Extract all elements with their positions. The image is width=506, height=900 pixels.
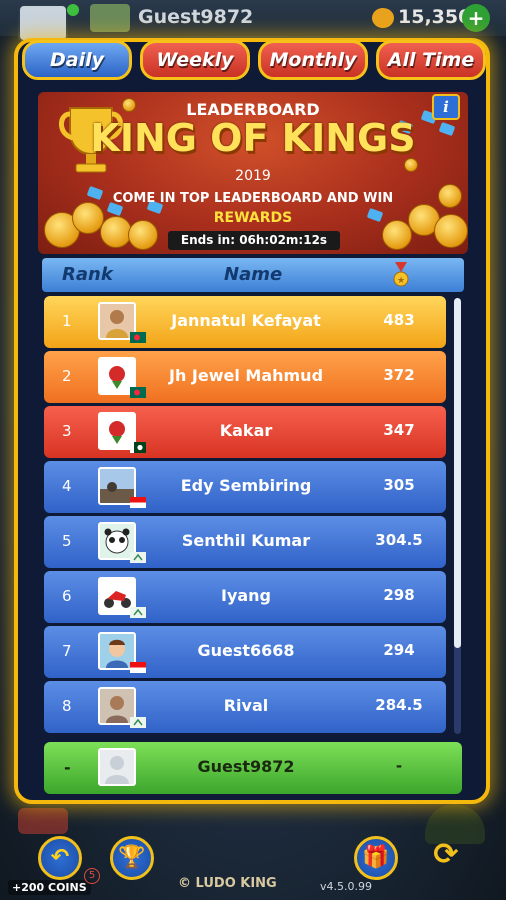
online-status-icon	[67, 4, 79, 16]
info-button[interactable]: i	[432, 94, 460, 120]
self-avatar	[98, 748, 136, 786]
countdown-timer: Ends in: 06h:02m:12s	[168, 231, 340, 250]
username-label: Guest9872	[138, 6, 254, 28]
self-row: - Guest9872 -	[44, 742, 462, 794]
trophy-button[interactable]: 🏆	[110, 836, 154, 880]
player-score: 347	[383, 421, 415, 439]
country-flag-icon	[90, 4, 130, 32]
leaderboard-list[interactable]: 1 Jannatul Kefayat 483 2 Jh Jewel Mahmud 372 3…	[44, 296, 446, 736]
banner-title: KING OF KINGS	[90, 116, 416, 160]
svg-text:★: ★	[397, 276, 405, 286]
table-row[interactable]: 7 Guest6668 294	[44, 626, 446, 678]
tab-daily[interactable]: Daily	[22, 40, 132, 80]
medal-icon: ★	[393, 262, 409, 287]
row-rank: 6	[62, 587, 72, 605]
player-score: 284.5	[375, 696, 423, 714]
player-score: 483	[383, 311, 415, 329]
event-banner: LEADERBOARD KING OF KINGS 2019 COME IN T…	[38, 92, 468, 254]
table-row[interactable]: 2 Jh Jewel Mahmud 372	[44, 351, 446, 403]
header-name: Name	[224, 264, 283, 285]
refresh-button[interactable]: ⟳	[424, 836, 468, 880]
self-score: -	[395, 757, 403, 775]
profile-avatar[interactable]	[18, 4, 68, 42]
row-rank: 1	[62, 312, 72, 330]
player-score: 305	[383, 476, 415, 494]
gift-button[interactable]: 🎁	[354, 836, 398, 880]
row-rank: 3	[62, 422, 72, 440]
row-rank: 8	[62, 697, 72, 715]
row-rank: 7	[62, 642, 72, 660]
player-name: Jannatul Kefayat	[171, 311, 321, 330]
game-logo: © LUDO KING	[178, 876, 277, 891]
table-row[interactable]: 4 Edy Sembiring 305	[44, 461, 446, 513]
player-name: Jh Jewel Mahmud	[168, 366, 324, 385]
add-coins-button[interactable]: +	[462, 4, 490, 32]
banner-subtitle: COME IN TOP LEADERBOARD AND WIN	[112, 191, 394, 206]
table-row[interactable]: 1 Jannatul Kefayat 483	[44, 296, 446, 348]
player-score: 372	[383, 366, 415, 384]
tab-weekly[interactable]: Weekly	[140, 40, 250, 80]
background-video-button	[18, 808, 68, 834]
player-score: 298	[383, 586, 415, 604]
top-bar: Guest9872 15,350 +	[0, 0, 506, 42]
header-rank: Rank	[62, 264, 113, 285]
tab-monthly[interactable]: Monthly	[258, 40, 368, 80]
self-name: Guest9872	[197, 757, 295, 776]
coin-bag-icon	[372, 8, 394, 28]
player-name: Edy Sembiring	[180, 476, 312, 495]
version-label: v4.5.0.99	[320, 880, 372, 893]
player-name: Guest6668	[197, 641, 295, 660]
scrollbar-thumb[interactable]	[454, 298, 461, 648]
row-rank: 5	[62, 532, 72, 550]
table-header: Rank Name ★	[42, 258, 464, 292]
player-score: 304.5	[375, 531, 423, 549]
row-rank: 2	[62, 367, 72, 385]
free-coins-label[interactable]: +200 COINS	[8, 880, 91, 895]
banner-year: 2019	[235, 168, 271, 184]
banner-rewards: REWARDS	[213, 210, 293, 226]
player-name: Kakar	[219, 421, 273, 440]
player-name: Senthil Kumar	[181, 531, 311, 550]
table-row[interactable]: 3 Kakar 347	[44, 406, 446, 458]
tab-all-time[interactable]: All Time	[376, 40, 486, 80]
player-score: 294	[383, 641, 415, 659]
row-rank: 4	[62, 477, 72, 495]
player-name: Rival	[223, 696, 269, 715]
self-rank: -	[64, 758, 71, 777]
player-name: Iyang	[220, 586, 272, 605]
back-button[interactable]: ↶	[38, 836, 82, 880]
table-row[interactable]: 8 Rival 284.5	[44, 681, 446, 733]
table-row[interactable]: 6 Iyang 298	[44, 571, 446, 623]
coin-balance: 15,350	[398, 6, 472, 28]
notification-badge: 5	[84, 868, 100, 884]
table-row[interactable]: 5 Senthil Kumar 304.5	[44, 516, 446, 568]
